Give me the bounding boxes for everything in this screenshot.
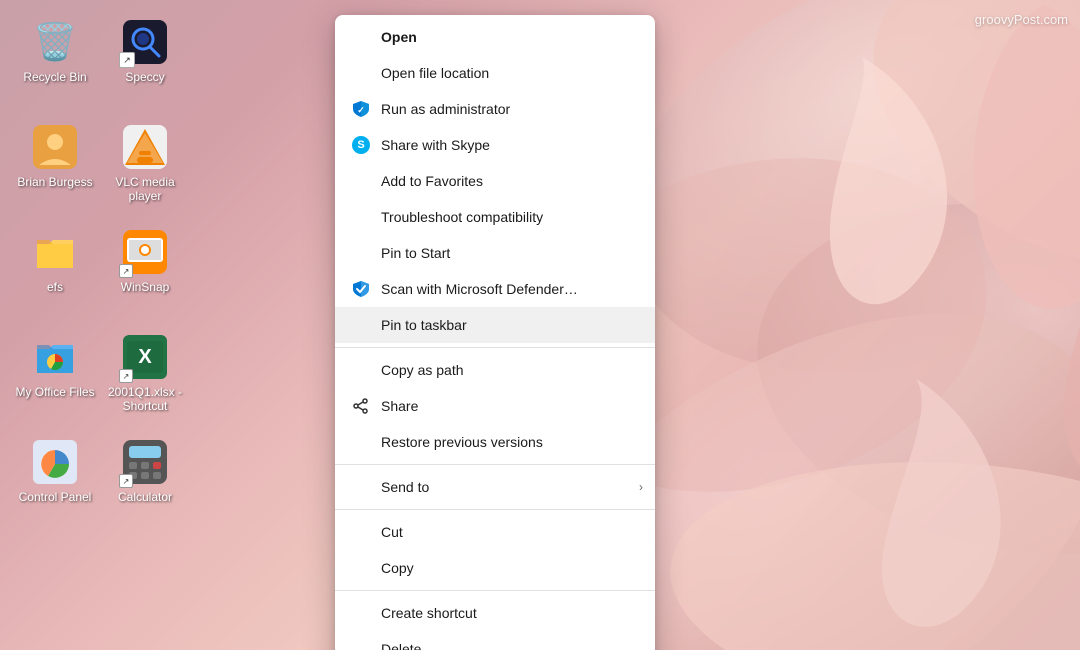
menu-item-copy[interactable]: Copy bbox=[335, 550, 655, 586]
menu-icon-share bbox=[351, 396, 371, 416]
menu-item-share-skype[interactable]: S Share with Skype bbox=[335, 127, 655, 163]
divider-1 bbox=[335, 347, 655, 348]
menu-item-send-to[interactable]: Send to › bbox=[335, 469, 655, 505]
desktop: 🗑️ Recycle Bin ↗ Speccy bbox=[0, 0, 1080, 650]
svg-text:X: X bbox=[138, 346, 152, 368]
menu-icon-share-skype: S bbox=[351, 135, 371, 155]
icon-label-efs: efs bbox=[47, 280, 63, 294]
context-menu: Open Open file location ✓ Run as adminis… bbox=[335, 15, 655, 650]
menu-item-share[interactable]: Share bbox=[335, 388, 655, 424]
svg-text:✓: ✓ bbox=[357, 105, 365, 115]
menu-icon-pin-taskbar bbox=[351, 315, 371, 335]
desktop-icon-brian-burgess[interactable]: Brian Burgess bbox=[10, 115, 100, 220]
divider-4 bbox=[335, 590, 655, 591]
desktop-icon-my-office-files[interactable]: My Office Files bbox=[10, 325, 100, 430]
menu-icon-troubleshoot bbox=[351, 207, 371, 227]
menu-item-run-as-admin[interactable]: ✓ Run as administrator bbox=[335, 91, 655, 127]
desktop-icon-excel-shortcut[interactable]: X ↗ 2001Q1.xlsx - Shortcut bbox=[100, 325, 190, 430]
icon-label-control-panel: Control Panel bbox=[19, 490, 92, 504]
desktop-icon-efs[interactable]: efs bbox=[10, 220, 100, 325]
desktop-icon-winsnap[interactable]: ↗ WinSnap bbox=[100, 220, 190, 325]
desktop-icon-control-panel[interactable]: Control Panel bbox=[10, 430, 100, 535]
menu-icon-copy-path bbox=[351, 360, 371, 380]
menu-icon-pin-start bbox=[351, 243, 371, 263]
menu-item-troubleshoot[interactable]: Troubleshoot compatibility bbox=[335, 199, 655, 235]
menu-icon-open bbox=[351, 27, 371, 47]
menu-item-delete[interactable]: Delete bbox=[335, 631, 655, 650]
menu-icon-scan-defender bbox=[351, 279, 371, 299]
icon-label-speccy: Speccy bbox=[125, 70, 164, 84]
icon-label-winsnap: WinSnap bbox=[121, 280, 170, 294]
menu-item-copy-path[interactable]: Copy as path bbox=[335, 352, 655, 388]
submenu-arrow-send-to: › bbox=[639, 480, 643, 494]
icon-label-excel-shortcut: 2001Q1.xlsx - Shortcut bbox=[105, 385, 185, 414]
icon-label-recycle-bin: Recycle Bin bbox=[23, 70, 86, 84]
icon-label-calculator: Calculator bbox=[118, 490, 172, 504]
menu-icon-cut bbox=[351, 522, 371, 542]
desktop-icon-calculator[interactable]: ↗ Calculator bbox=[100, 430, 190, 535]
desktop-icon-vlc[interactable]: VLC media player bbox=[100, 115, 190, 220]
icon-label-vlc: VLC media player bbox=[105, 175, 185, 204]
menu-icon-send-to bbox=[351, 477, 371, 497]
menu-icon-create-shortcut bbox=[351, 603, 371, 623]
divider-3 bbox=[335, 509, 655, 510]
watermark: groovyPost.com bbox=[975, 12, 1068, 27]
desktop-icon-speccy[interactable]: ↗ Speccy bbox=[100, 10, 190, 115]
menu-item-restore-versions[interactable]: Restore previous versions bbox=[335, 424, 655, 460]
menu-item-scan-defender[interactable]: Scan with Microsoft Defender… bbox=[335, 271, 655, 307]
desktop-icons: 🗑️ Recycle Bin ↗ Speccy bbox=[10, 10, 190, 640]
menu-item-open[interactable]: Open bbox=[335, 19, 655, 55]
menu-icon-open-file-location bbox=[351, 63, 371, 83]
menu-item-add-favorites[interactable]: Add to Favorites bbox=[335, 163, 655, 199]
menu-icon-add-favorites bbox=[351, 171, 371, 191]
menu-item-pin-start[interactable]: Pin to Start bbox=[335, 235, 655, 271]
menu-item-pin-taskbar[interactable]: Pin to taskbar bbox=[335, 307, 655, 343]
divider-2 bbox=[335, 464, 655, 465]
menu-icon-run-as-admin: ✓ bbox=[351, 99, 371, 119]
icon-label-my-office-files: My Office Files bbox=[15, 385, 94, 399]
icon-label-brian-burgess: Brian Burgess bbox=[17, 175, 92, 189]
menu-item-cut[interactable]: Cut bbox=[335, 514, 655, 550]
menu-icon-copy bbox=[351, 558, 371, 578]
menu-icon-restore-versions bbox=[351, 432, 371, 452]
desktop-icon-recycle-bin[interactable]: 🗑️ Recycle Bin bbox=[10, 10, 100, 115]
menu-item-create-shortcut[interactable]: Create shortcut bbox=[335, 595, 655, 631]
menu-item-open-file-location[interactable]: Open file location bbox=[335, 55, 655, 91]
menu-icon-delete bbox=[351, 639, 371, 650]
